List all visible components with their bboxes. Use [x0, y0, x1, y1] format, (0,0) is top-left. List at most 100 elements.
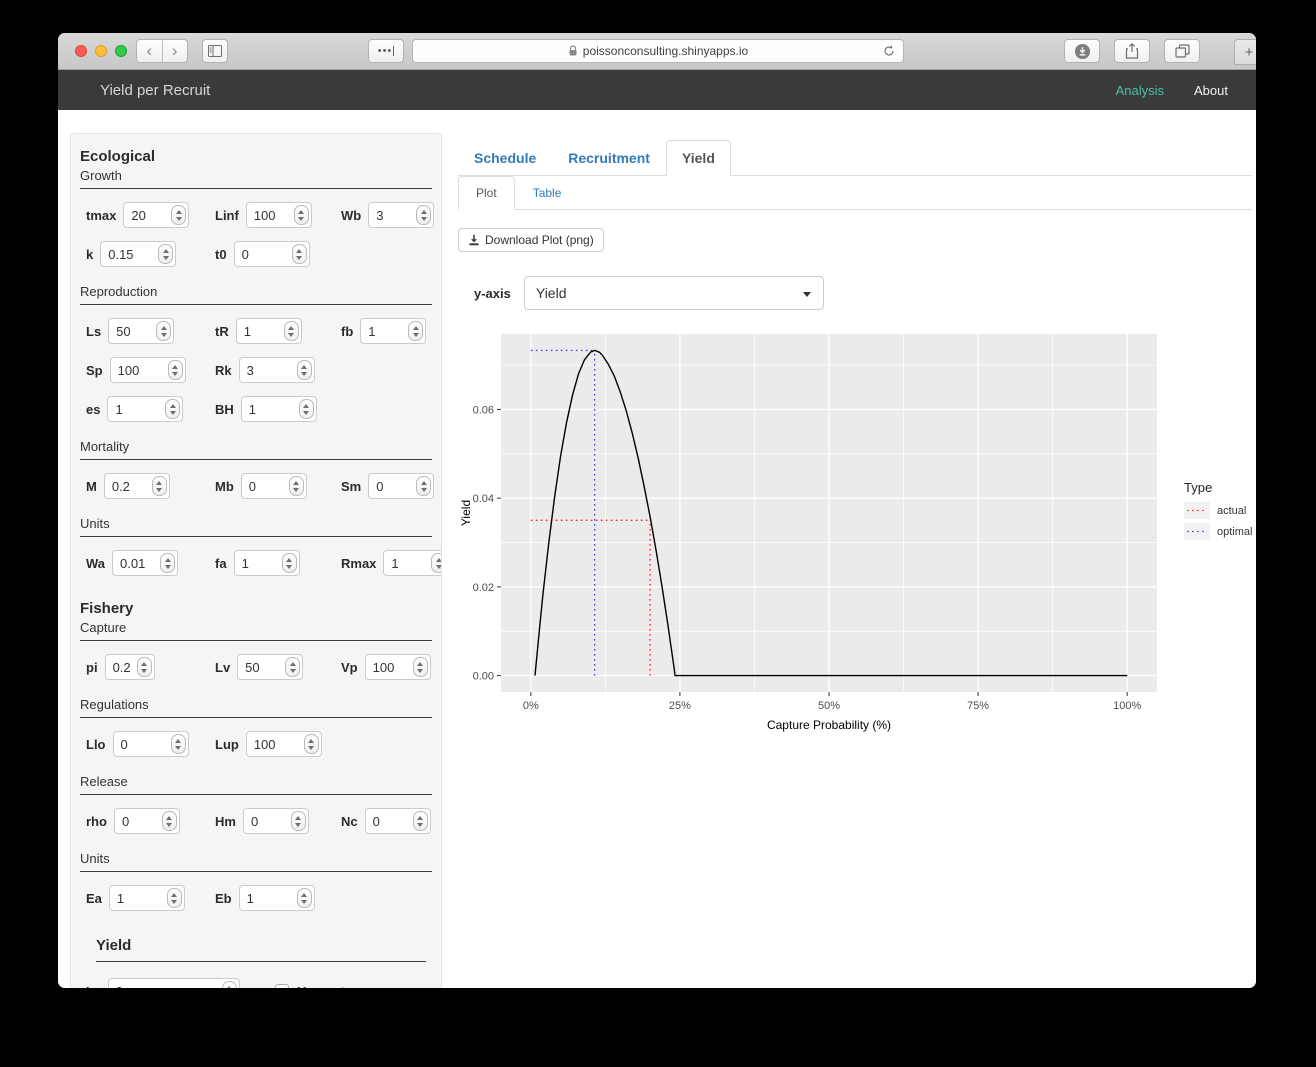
field-label-fa: fa	[215, 556, 227, 571]
stepper-fa[interactable]	[282, 553, 297, 573]
yaxis-select[interactable]: Yield	[524, 276, 824, 310]
close-window-button[interactable]	[75, 45, 87, 57]
subtab-plot[interactable]: Plot	[458, 176, 515, 210]
stepper-Mb[interactable]	[289, 476, 304, 496]
input-row: kt0	[80, 241, 432, 267]
navbar-links: Analysis About	[1116, 83, 1228, 98]
sidebar-toggle-button[interactable]	[202, 39, 228, 63]
y-axis-title: Yield	[459, 500, 473, 526]
stepper-Eb[interactable]	[297, 888, 312, 908]
minimize-window-button[interactable]	[95, 45, 107, 57]
legend-entry-actual: actual	[1184, 502, 1252, 519]
tab-yield[interactable]: Yield	[666, 140, 731, 176]
tab-recruitment[interactable]: Recruitment	[552, 140, 666, 176]
stepper-tR[interactable]	[284, 321, 299, 341]
stepper-Ly[interactable]	[222, 981, 237, 988]
field-label-Ea: Ea	[86, 891, 102, 906]
share-icon[interactable]	[1114, 39, 1150, 63]
svg-text:0.00: 0.00	[473, 671, 494, 683]
app-page: EcologicalGrowthtmaxLinfWbkt0Reproductio…	[58, 110, 1256, 988]
parameter-sidebar: EcologicalGrowthtmaxLinfWbkt0Reproductio…	[70, 133, 442, 988]
stepper-Wb[interactable]	[416, 205, 431, 225]
field-label-Nc: Nc	[341, 814, 358, 829]
stepper-rho[interactable]	[162, 811, 177, 831]
plot-legend: Typeactualoptimal	[1184, 480, 1252, 732]
stepper-Llo[interactable]	[171, 734, 186, 754]
stepper-Vp[interactable]	[413, 657, 428, 677]
stepper-k[interactable]	[158, 244, 173, 264]
tab-schedule[interactable]: Schedule	[458, 140, 552, 176]
field-label-Wb: Wb	[341, 208, 361, 223]
back-button[interactable]: ‹	[137, 40, 163, 62]
stepper-Nc[interactable]	[413, 811, 428, 831]
section-heading-fishery: Fishery	[80, 600, 432, 617]
field-label-Linf: Linf	[215, 208, 239, 223]
downloads-button[interactable]	[1064, 39, 1100, 63]
stepper-M[interactable]	[152, 476, 167, 496]
nav-link-about[interactable]: About	[1194, 83, 1228, 98]
svg-text:50%: 50%	[818, 700, 840, 712]
input-row: EaEb	[80, 885, 432, 911]
field-label-Lv: Lv	[215, 660, 230, 675]
yield-plot: 0%25%50%75%100%0.000.020.040.06Capture P…	[458, 332, 1170, 732]
reload-icon[interactable]	[882, 44, 896, 61]
address-bar[interactable]: poissonconsulting.shinyapps.io	[412, 39, 904, 63]
app-title: Yield per Recruit	[100, 82, 210, 99]
browser-toolbar: ‹ › ••• poissonconsulting.shinyapps.io	[58, 33, 1256, 70]
stepper-Sm[interactable]	[416, 476, 431, 496]
stepper-tmax[interactable]	[171, 205, 186, 225]
stepper-BH[interactable]	[299, 399, 314, 419]
stepper-Lv[interactable]	[285, 657, 300, 677]
yaxis-label: y-axis	[474, 286, 511, 301]
stepper-es[interactable]	[165, 399, 180, 419]
stepper-Sp[interactable]	[168, 360, 183, 380]
input-row: MMbSm	[80, 473, 432, 499]
stepper-pi[interactable]	[137, 657, 152, 677]
group-label-regulations: Regulations	[80, 697, 432, 718]
stepper-fb[interactable]	[408, 321, 423, 341]
svg-text:75%: 75%	[967, 700, 989, 712]
download-plot-button[interactable]: Download Plot (png)	[458, 228, 604, 252]
stepper-Linf[interactable]	[294, 205, 309, 225]
tab-dots-button[interactable]: •••	[368, 39, 404, 63]
field-label-tR: tR	[215, 324, 229, 339]
field-label-M: M	[86, 479, 97, 494]
stepper-Rmax[interactable]	[431, 553, 442, 573]
subtab-table[interactable]: Table	[515, 176, 580, 210]
field-label-Mb: Mb	[215, 479, 234, 494]
section-heading-ecological: Ecological	[80, 148, 432, 165]
checkbox-harvest[interactable]: Harvest	[275, 984, 345, 989]
field-label-tmax: tmax	[86, 208, 116, 223]
field-label-fb: fb	[341, 324, 353, 339]
zoom-window-button[interactable]	[115, 45, 127, 57]
input-Ly[interactable]	[108, 978, 240, 988]
stepper-t0[interactable]	[292, 244, 307, 264]
tabs-overview-button[interactable]	[1164, 39, 1200, 63]
stepper-Lup[interactable]	[304, 734, 319, 754]
input-row: SpRk	[80, 357, 432, 383]
stepper-Hm[interactable]	[291, 811, 306, 831]
new-tab-button[interactable]: +	[1234, 39, 1256, 65]
browser-window: ‹ › ••• poissonconsulting.shinyapps.io	[58, 33, 1256, 988]
group-label-mortality: Mortality	[80, 439, 432, 460]
input-row: piLvVp	[80, 654, 432, 680]
field-label-Sp: Sp	[86, 363, 103, 378]
stepper-Ls[interactable]	[156, 321, 171, 341]
plot-table-tabset: PlotTable	[458, 176, 1252, 210]
svg-text:0.04: 0.04	[473, 493, 494, 505]
svg-text:0%: 0%	[523, 700, 539, 712]
field-label-Rmax: Rmax	[341, 556, 376, 571]
input-row: LloLup	[80, 731, 432, 757]
group-label-reproduction: Reproduction	[80, 284, 432, 305]
main-panel: ScheduleRecruitmentYield PlotTable Downl…	[458, 133, 1252, 988]
stepper-Ea[interactable]	[167, 888, 182, 908]
stepper-Rk[interactable]	[297, 360, 312, 380]
nav-link-analysis[interactable]: Analysis	[1116, 83, 1164, 98]
yaxis-selected-value: Yield	[536, 285, 567, 301]
forward-button[interactable]: ›	[163, 40, 188, 62]
input-row: rhoHmNc	[80, 808, 432, 834]
field-label-rho: rho	[86, 814, 107, 829]
url-text: poissonconsulting.shinyapps.io	[583, 44, 748, 58]
input-row: tmax Linf Wb	[80, 202, 432, 228]
stepper-Wa[interactable]	[160, 553, 175, 573]
